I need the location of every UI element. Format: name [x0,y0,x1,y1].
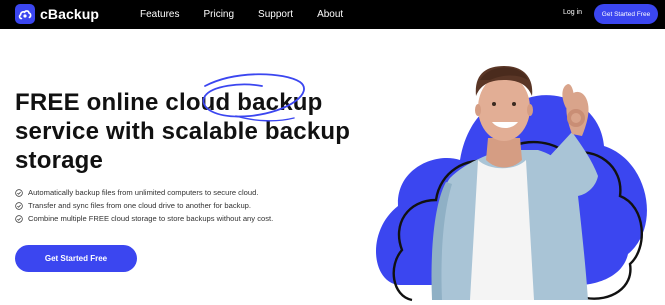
feature-text: Combine multiple FREE cloud storage to s… [28,214,274,223]
check-circle-icon [15,201,23,210]
brand-name: cBackup [40,6,100,22]
nav-item-about[interactable]: About [317,9,343,20]
nav-item-support[interactable]: Support [258,9,293,20]
feature-text: Transfer and sync files from one cloud d… [28,201,252,210]
feature-item: Automatically backup files from unlimite… [15,186,273,199]
brand-logo[interactable]: cBackup [15,4,99,24]
top-navbar: cBackup Features Pricing Support About L… [0,0,665,29]
main-menu: Features Pricing Support About [140,0,343,29]
hero-get-started-button[interactable]: Get Started Free [15,245,137,272]
feature-item: Combine multiple FREE cloud storage to s… [15,212,273,225]
hero-headline: FREE online cloud backup service with sc… [15,89,351,174]
login-link[interactable]: Log in [563,9,582,16]
nav-item-pricing[interactable]: Pricing [203,9,234,20]
check-circle-icon [15,188,23,197]
nav-get-started-button[interactable]: Get Started Free [594,4,658,24]
feature-text: Automatically backup files from unlimite… [28,188,259,197]
person-image [431,66,598,300]
nav-item-features[interactable]: Features [140,9,179,20]
feature-list: Automatically backup files from unlimite… [15,186,273,225]
cloud-logo-icon [15,4,35,24]
check-circle-icon [15,214,23,223]
feature-item: Transfer and sync files from one cloud d… [15,199,273,212]
